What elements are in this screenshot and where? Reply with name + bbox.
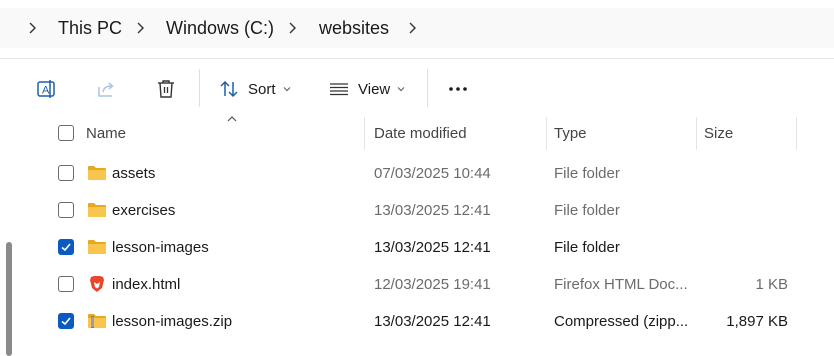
- zip-folder-icon: [87, 312, 107, 330]
- column-headers: Name Date modified Type Size: [22, 116, 834, 150]
- view-button[interactable]: View: [322, 73, 416, 105]
- breadcrumb[interactable]: This PC Windows (C:) websites: [0, 8, 834, 48]
- view-label: View: [358, 80, 391, 98]
- file-name: lesson-images: [112, 239, 209, 256]
- sort-icon: [220, 80, 238, 98]
- file-type: File folder: [554, 239, 620, 256]
- trash-icon: [158, 80, 174, 98]
- file-date-modified: 13/03/2025 12:41: [374, 239, 491, 256]
- file-date-modified: 13/03/2025 12:41: [374, 313, 491, 330]
- file-name: assets: [112, 165, 156, 182]
- column-header-size[interactable]: Size: [704, 117, 733, 150]
- scrollbar[interactable]: [6, 242, 12, 356]
- column-divider[interactable]: [696, 117, 697, 150]
- file-date-modified: 13/03/2025 12:41: [374, 202, 491, 219]
- breadcrumb-windows-c[interactable]: Windows (C:): [166, 8, 274, 48]
- share-icon: [98, 82, 114, 97]
- breadcrumb-websites[interactable]: websites: [319, 8, 389, 48]
- row-checkbox[interactable]: [58, 165, 74, 181]
- separator: [427, 69, 428, 107]
- column-header-name[interactable]: Name: [86, 117, 126, 150]
- column-header-date[interactable]: Date modified: [374, 117, 467, 150]
- column-divider[interactable]: [546, 117, 547, 150]
- file-size: [704, 192, 788, 229]
- chevron-right-icon[interactable]: [284, 20, 300, 36]
- file-date-modified: 12/03/2025 19:41: [374, 276, 491, 293]
- table-row[interactable]: lesson-images.zip 13/03/2025 12:41 Compr…: [22, 303, 834, 340]
- chevron-right-icon[interactable]: [404, 20, 420, 36]
- file-date-modified: 07/03/2025 10:44: [374, 165, 491, 182]
- table-row[interactable]: index.html 12/03/2025 19:41 Firefox HTML…: [22, 266, 834, 303]
- view-icon: [330, 83, 348, 96]
- breadcrumb-this-pc[interactable]: This PC: [58, 8, 122, 48]
- chevron-right-icon[interactable]: [132, 20, 148, 36]
- sort-button[interactable]: Sort: [212, 73, 302, 105]
- select-all-checkbox[interactable]: [58, 125, 74, 141]
- row-checkbox[interactable]: [58, 202, 74, 218]
- file-type: File folder: [554, 202, 620, 219]
- folder-icon: [87, 201, 107, 219]
- row-checkbox[interactable]: [58, 313, 74, 329]
- file-size: 1 KB: [755, 276, 788, 293]
- checkmark-icon: [61, 243, 71, 252]
- svg-text:A: A: [42, 85, 50, 97]
- rename-button[interactable]: A: [28, 73, 64, 105]
- file-size: 1,897 KB: [726, 313, 788, 330]
- more-options-button[interactable]: [440, 73, 476, 105]
- address-bar: This PC Windows (C:) websites: [0, 0, 834, 50]
- file-name: index.html: [112, 276, 181, 293]
- file-type: Compressed (zipp...: [554, 313, 689, 330]
- sort-ascending-icon: [227, 116, 237, 122]
- brave-html-icon: [87, 275, 107, 293]
- row-checkbox[interactable]: [58, 276, 74, 292]
- more-icon: [449, 87, 467, 91]
- folder-icon: [87, 238, 107, 256]
- folder-icon: [87, 164, 107, 182]
- column-divider[interactable]: [364, 117, 365, 150]
- file-size: [704, 229, 788, 266]
- file-name: exercises: [112, 202, 176, 219]
- chevron-down-icon: [283, 87, 290, 92]
- file-type: File folder: [554, 165, 620, 182]
- checkmark-icon: [61, 317, 71, 326]
- table-row[interactable]: lesson-images 13/03/2025 12:41 File fold…: [22, 229, 834, 266]
- command-bar: A Sort View: [0, 59, 834, 117]
- separator: [199, 69, 200, 107]
- file-type: Firefox HTML Doc...: [554, 276, 688, 293]
- table-row[interactable]: exercises 13/03/2025 12:41 File folder: [22, 192, 834, 229]
- share-button[interactable]: [88, 73, 124, 105]
- delete-button[interactable]: [148, 73, 184, 105]
- file-size: [704, 155, 788, 192]
- column-header-type[interactable]: Type: [554, 117, 587, 150]
- row-checkbox[interactable]: [58, 239, 74, 255]
- sort-label: Sort: [248, 80, 276, 98]
- column-divider[interactable]: [796, 117, 797, 150]
- table-row[interactable]: assets 07/03/2025 10:44 File folder: [22, 155, 834, 192]
- chevron-right-icon[interactable]: [24, 20, 40, 36]
- file-name: lesson-images.zip: [112, 313, 233, 330]
- rename-icon: A: [37, 80, 55, 98]
- chevron-down-icon: [397, 87, 405, 92]
